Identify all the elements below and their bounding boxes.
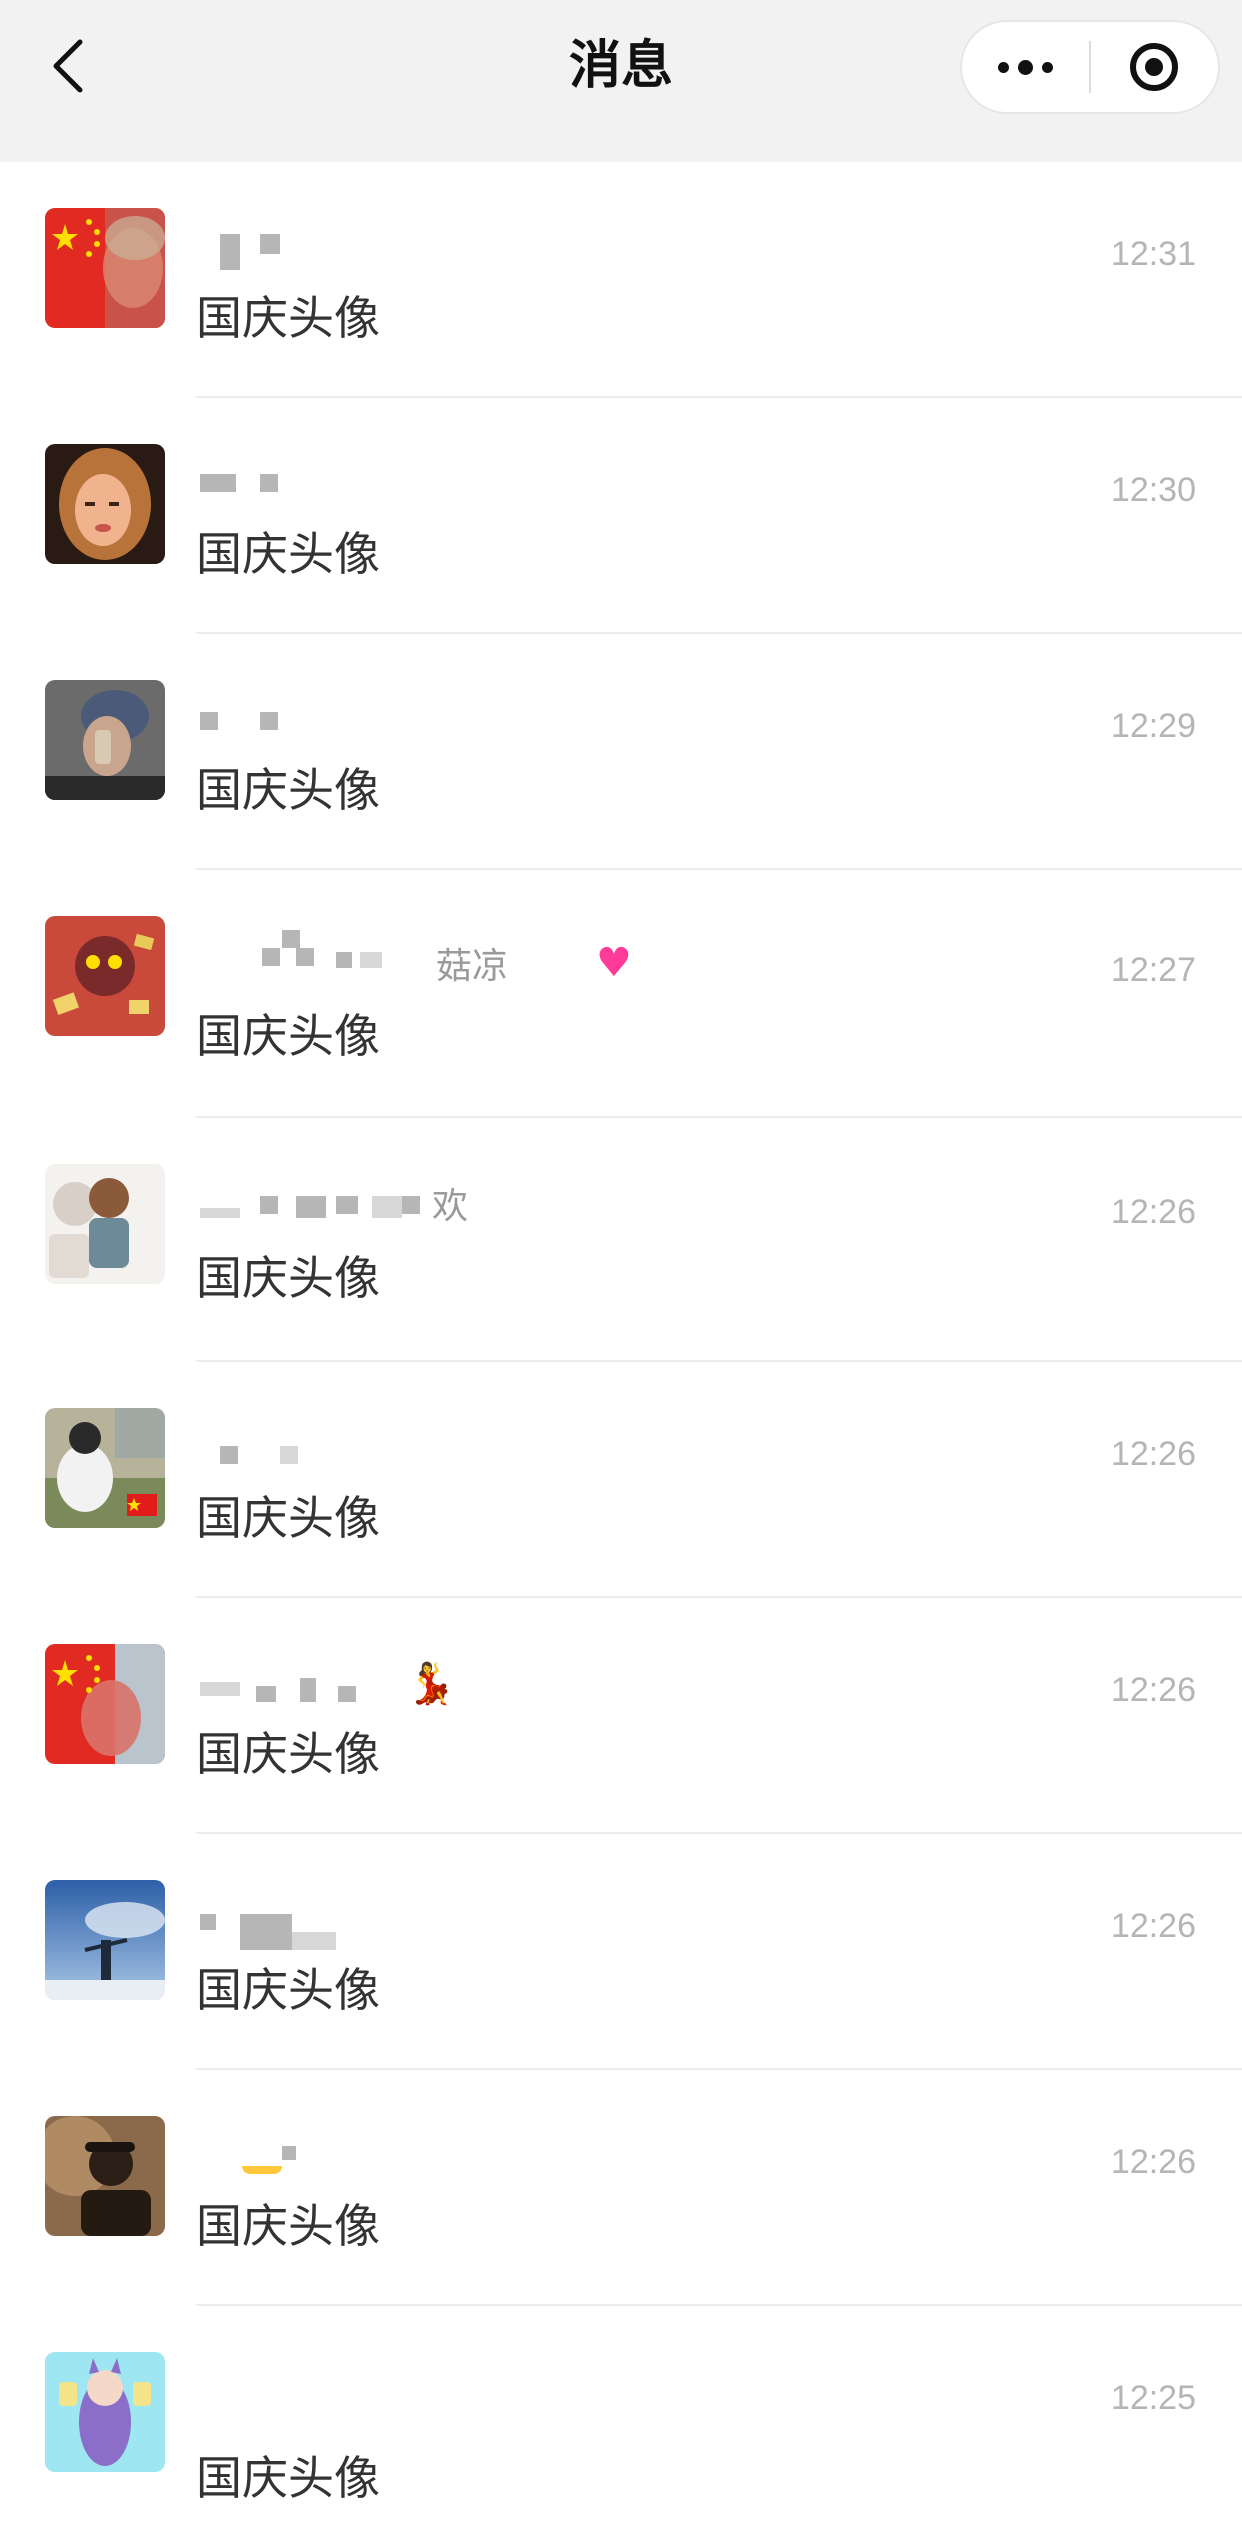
message-row[interactable]: 国庆头像 12:25 (0, 2306, 1242, 2542)
contact-name-blurred (196, 2130, 896, 2180)
message-time: 12:29 (1110, 707, 1196, 745)
message-row[interactable]: 国庆头像 12:26 (0, 2070, 1242, 2306)
message-row[interactable]: 国庆头像 12:30 (0, 398, 1242, 634)
contact-name-blurred (196, 694, 896, 744)
message-preview: 国庆头像 (196, 1009, 380, 1063)
avatar (45, 916, 165, 1036)
contact-name-blurred (196, 1894, 896, 1950)
message-row[interactable]: 欢 国庆头像 12:26 (0, 1118, 1242, 1362)
message-time: 12:25 (1110, 2379, 1196, 2417)
message-row[interactable]: 菇凉 ♥ 国庆头像 12:27 (0, 870, 1242, 1118)
message-time: 12:30 (1110, 471, 1196, 509)
contact-name: 欢 (196, 1178, 896, 1228)
message-time: 12:26 (1110, 1193, 1196, 1231)
more-button[interactable] (962, 22, 1089, 112)
avatar (45, 2352, 165, 2472)
message-preview: 国庆头像 (196, 527, 380, 581)
contact-name-blurred (196, 458, 896, 508)
close-mini-program-button[interactable] (1091, 22, 1218, 112)
message-preview: 国庆头像 (196, 2199, 380, 2253)
message-preview: 国庆头像 (196, 291, 380, 345)
avatar (45, 208, 165, 328)
avatar (45, 1644, 165, 1764)
message-time: 12:26 (1110, 1907, 1196, 1945)
message-row[interactable]: 国庆头像 12:26 (0, 1362, 1242, 1598)
avatar (45, 444, 165, 564)
avatar (45, 680, 165, 800)
message-row[interactable]: 国庆头像 12:26 (0, 1834, 1242, 2070)
target-circle-icon (1130, 43, 1179, 91)
message-time: 12:26 (1110, 1435, 1196, 1473)
contact-name: 💃 (196, 1658, 896, 1708)
contact-name-blurred (196, 1422, 896, 1472)
message-preview: 国庆头像 (196, 763, 380, 817)
message-time: 12:27 (1110, 951, 1196, 989)
avatar (45, 1164, 165, 1284)
avatar (45, 1880, 165, 2000)
message-time: 12:26 (1110, 2143, 1196, 2181)
contact-name-blurred (196, 222, 896, 272)
message-row[interactable]: 国庆头像 12:29 (0, 634, 1242, 870)
more-dots-icon (998, 59, 1053, 75)
avatar (45, 2116, 165, 2236)
message-row[interactable]: 国庆头像 12:31 (0, 162, 1242, 398)
avatar (45, 1408, 165, 1528)
message-preview: 国庆头像 (196, 1251, 380, 1305)
message-preview: 国庆头像 (196, 1963, 380, 2017)
message-preview: 国庆头像 (196, 2451, 380, 2505)
mini-program-capsule (960, 20, 1220, 114)
dancer-emoji-icon: 💃 (406, 1661, 456, 1707)
navigation-bar: 消息 (0, 0, 1242, 162)
message-time: 12:31 (1110, 235, 1196, 273)
message-row[interactable]: 💃 国庆头像 12:26 (0, 1598, 1242, 1834)
message-time: 12:26 (1110, 1671, 1196, 1709)
message-list: 国庆头像 12:31 国庆头像 12:30 国庆头像 12:29 菇凉 ♥ 国庆… (0, 162, 1242, 2542)
sparkling-heart-icon: ♥ (596, 940, 632, 986)
message-preview: 国庆头像 (196, 1491, 380, 1545)
contact-name: 菇凉 ♥ (196, 930, 896, 987)
message-preview: 国庆头像 (196, 1727, 380, 1781)
